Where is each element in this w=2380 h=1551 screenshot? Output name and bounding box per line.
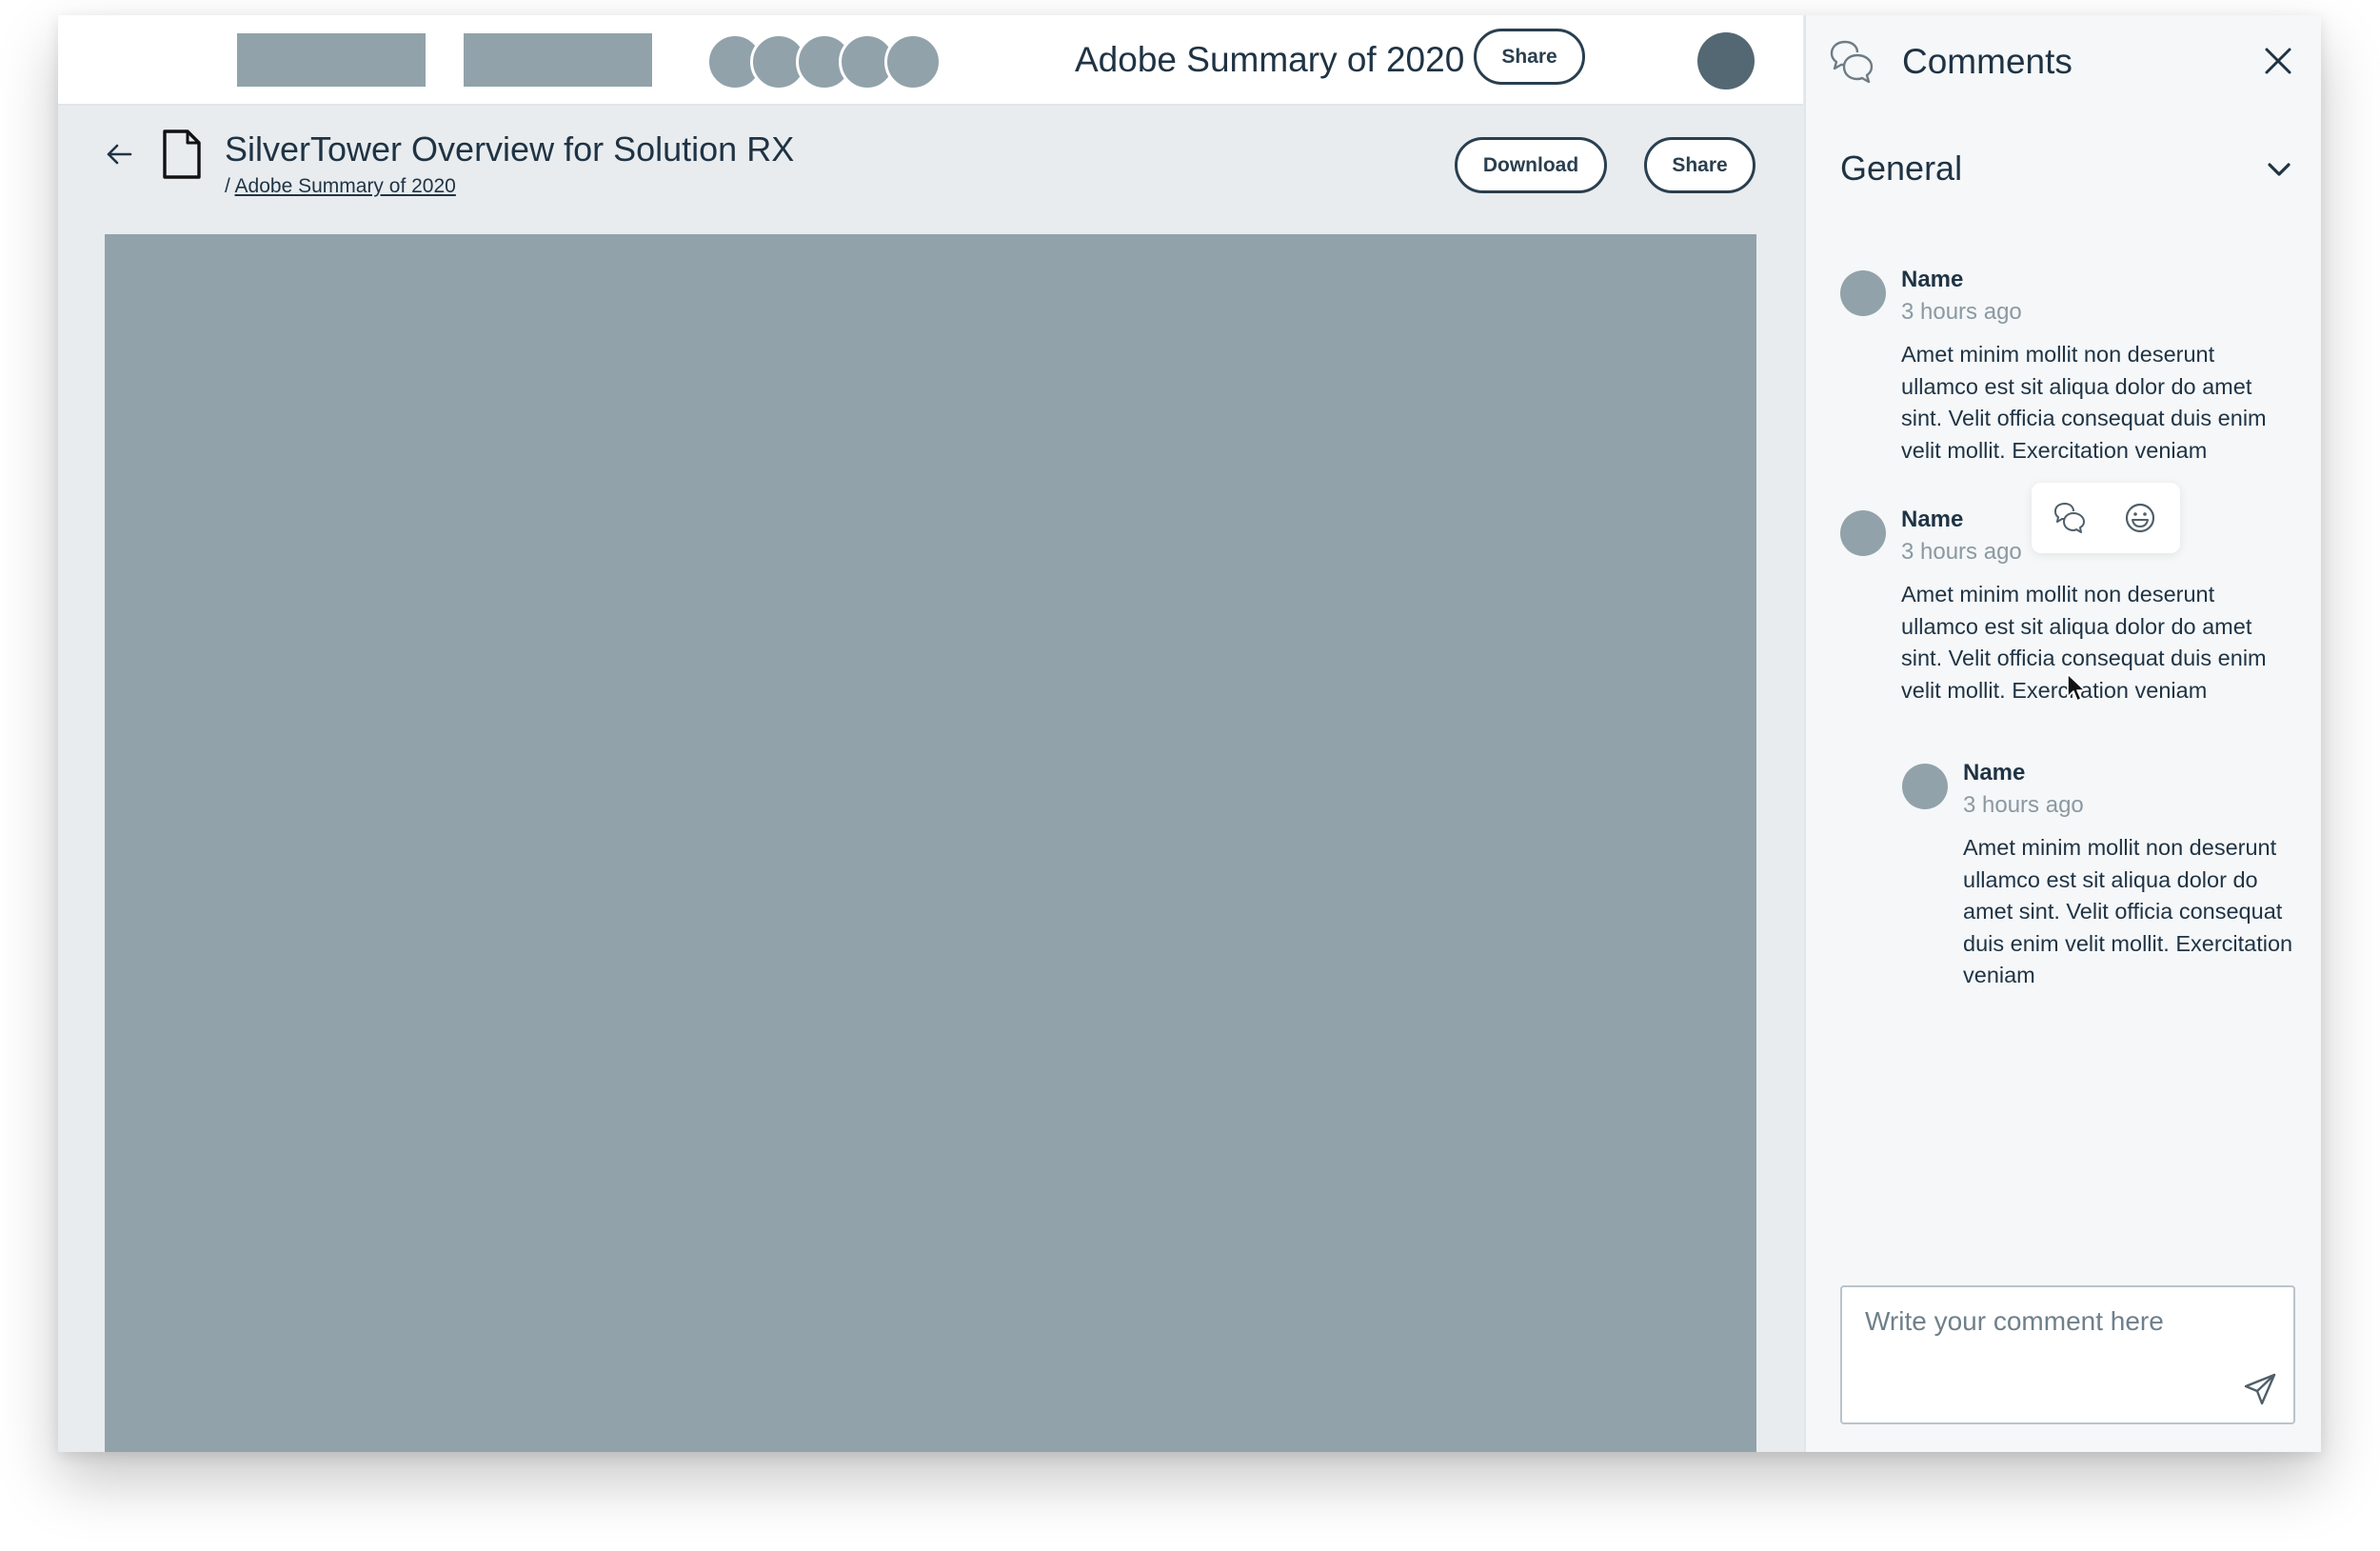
nav-placeholder-1[interactable] (237, 33, 426, 87)
user-avatar[interactable] (1697, 32, 1755, 89)
comment-text: Amet minim mollit non deserunt ullamco e… (1901, 342, 2267, 463)
document-preview[interactable] (105, 234, 1756, 1452)
comment-text: Amet minim mollit non deserunt ullamco e… (1901, 582, 2267, 703)
arrow-left-icon[interactable] (102, 137, 136, 171)
comment-input[interactable] (1842, 1287, 2293, 1422)
chat-bubbles-icon (1830, 40, 1874, 84)
comment-time: 3 hours ago (1963, 792, 2084, 818)
share-button[interactable]: Share (1644, 137, 1755, 193)
avatar (1840, 270, 1886, 316)
reply-icon[interactable] (2053, 501, 2087, 535)
emoji-icon[interactable] (2123, 501, 2157, 535)
send-icon[interactable] (2242, 1371, 2278, 1407)
breadcrumb: / Adobe Summary of 2020 (225, 173, 456, 200)
top-bar: Adobe Summary of 2020 Share (58, 15, 1803, 106)
close-icon[interactable] (2263, 46, 2293, 76)
breadcrumb-link[interactable]: Adobe Summary of 2020 (235, 175, 456, 197)
comment-author: Name (1901, 507, 1964, 532)
comment-actions (2032, 483, 2180, 553)
nav-placeholder-2[interactable] (464, 33, 652, 87)
comment-input-box (1840, 1285, 2295, 1424)
document-title: SilverTower Overview for Solution RX (225, 129, 795, 169)
mouse-cursor-icon (2067, 673, 2086, 702)
breadcrumb-separator: / (225, 175, 230, 197)
comment: Name 3 hours ago Amet minim mollit non d… (1840, 267, 2267, 480)
avatar (1840, 510, 1886, 556)
top-document-name: Adobe Summary of 2020 (1075, 40, 1465, 79)
top-share-button[interactable]: Share (1474, 29, 1585, 85)
avatar[interactable] (884, 33, 942, 90)
comment-time: 3 hours ago (1901, 299, 2022, 325)
app-window: Adobe Summary of 2020 Share SilverTower … (58, 15, 2321, 1452)
comment-author: Name (1901, 267, 1964, 292)
comment-text: Amet minim mollit non deserunt ullamco e… (1963, 835, 2293, 987)
download-button[interactable]: Download (1455, 137, 1607, 193)
panel-title: Comments (1902, 42, 2073, 81)
comment-author: Name (1963, 760, 2026, 785)
section-title[interactable]: General (1840, 147, 1962, 190)
file-icon (163, 129, 201, 179)
comment-reply: Name 3 hours ago Amet minim mollit non d… (1902, 760, 2292, 992)
comments-panel: Comments General Name 3 hours ago Amet m… (1804, 15, 2321, 1452)
chevron-down-icon[interactable] (2267, 160, 2291, 179)
avatar (1902, 764, 1948, 809)
comment-time: 3 hours ago (1901, 539, 2022, 565)
